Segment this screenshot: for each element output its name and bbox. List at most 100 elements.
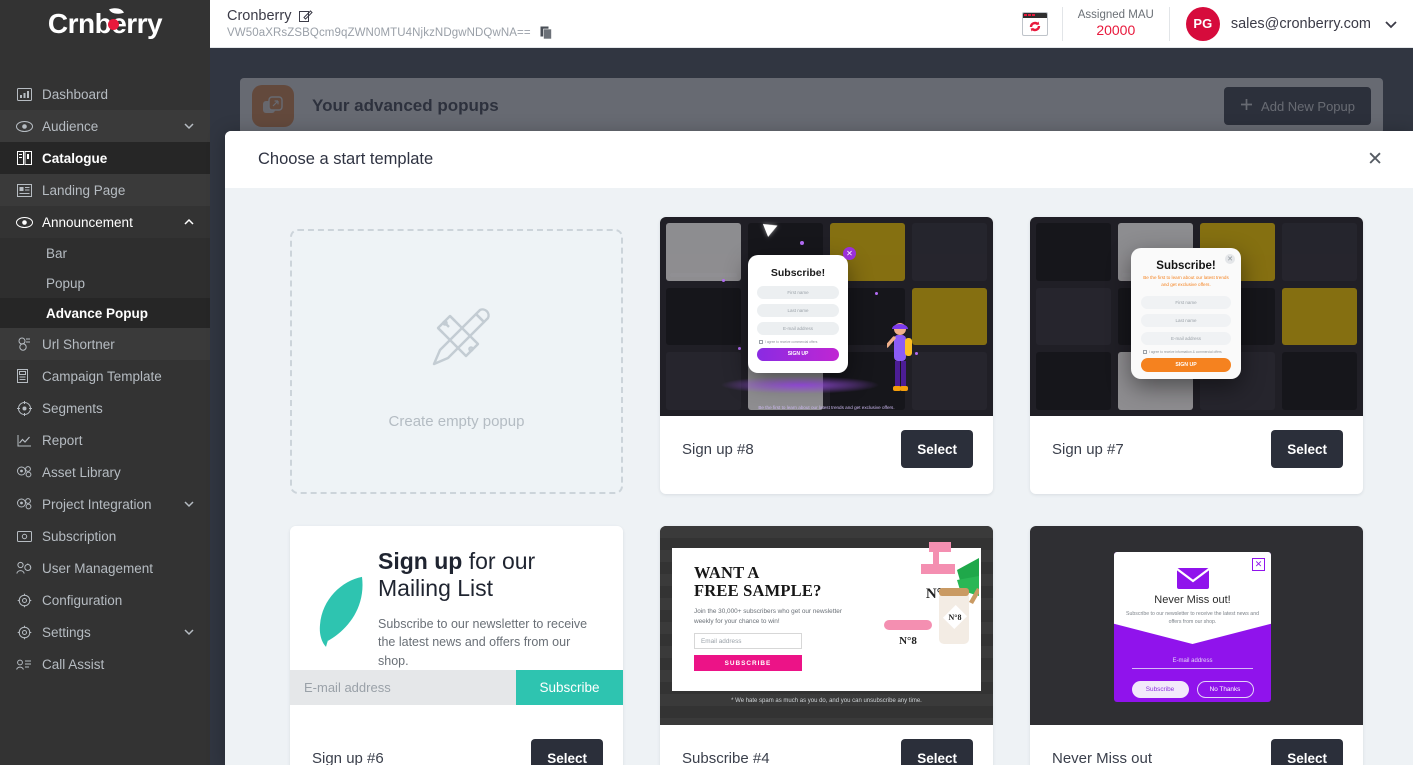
template-card[interactable]: ✕ Never Miss out! Subscribe to our newsl… [1030, 526, 1363, 765]
preview-checkbox-label: I agree to receive information & commerc… [1149, 349, 1222, 354]
sidebar-item-landing-page[interactable]: Landing Page [0, 174, 210, 206]
close-icon[interactable]: ✕ [1361, 146, 1389, 173]
template-name: Subscribe #4 [682, 749, 770, 765]
preview-email-input: E-mail address [290, 669, 516, 705]
sidebar-item-call-assist[interactable]: Call Assist [0, 648, 210, 680]
sidebar-subitem-label: Popup [46, 275, 86, 291]
sidebar-item-segments[interactable]: Segments [0, 392, 210, 424]
select-button[interactable]: Select [1271, 430, 1343, 468]
sidebar-item-label: Campaign Template [42, 368, 162, 384]
refresh-browser-icon[interactable] [1021, 11, 1048, 36]
template-name: Sign up #7 [1052, 440, 1124, 458]
sidebar-item-report[interactable]: Report [0, 424, 210, 456]
template-name: Sign up #6 [312, 749, 384, 765]
template-footer: Sign up #8 Select [660, 416, 993, 482]
assigned-mau: Assigned MAU 20000 [1061, 6, 1170, 41]
choose-template-modal: Choose a start template ✕ Create empty p… [225, 131, 1413, 765]
avatar[interactable]: PG [1185, 6, 1220, 41]
sidebar: Crnberry Dashboard Audience Catalogue La… [0, 0, 210, 765]
select-button[interactable]: Select [531, 739, 603, 765]
project-info: Cronberry VW50aXRsZSBQcm9qZWN0MTU4NjkzND… [210, 8, 553, 40]
target-icon [14, 400, 34, 416]
sidebar-item-url-shortner[interactable]: Url Shortner [0, 328, 210, 360]
user-email: sales@cronberry.com [1230, 15, 1371, 32]
edit-icon[interactable] [299, 9, 314, 23]
sidebar-item-asset-library[interactable]: Asset Library [0, 456, 210, 488]
sidebar-item-configuration[interactable]: Configuration [0, 584, 210, 616]
feather-icon [319, 576, 363, 647]
call-assist-icon [14, 656, 34, 672]
modal-body: Create empty popup ✕ Subscribe! First na… [225, 188, 1413, 765]
preview-button: SUBSCRIBE [694, 655, 802, 672]
preview-heading: Subscribe! [770, 267, 826, 279]
gear-icon [14, 592, 34, 608]
sidebar-item-label: Url Shortner [42, 336, 115, 352]
sidebar-item-label: Settings [42, 624, 91, 640]
preview-field: E-mail address [1141, 331, 1231, 345]
sidebar-item-label: Dashboard [42, 86, 109, 102]
chevron-down-icon[interactable] [182, 625, 196, 639]
landing-page-icon [14, 182, 34, 198]
brand-text-left: Cr [47, 8, 79, 39]
brand-text: Crnberry [47, 5, 163, 39]
template-thumbnail: ✕ Subscribe! Be the first to learn about… [1030, 217, 1363, 416]
select-button[interactable]: Select [901, 739, 973, 765]
sidebar-item-project-integration[interactable]: Project Integration [0, 488, 210, 520]
preview-checkbox-label: I agree to receive commercial offers [765, 340, 818, 344]
preview-heading-line2: FREE SAMPLE? [694, 581, 822, 601]
chevron-down-icon[interactable] [1383, 16, 1399, 32]
create-empty-popup-card[interactable]: Create empty popup [290, 229, 623, 494]
assigned-mau-value: 20000 [1096, 22, 1136, 38]
envelope-icon [1175, 568, 1210, 589]
chevron-up-icon[interactable] [182, 215, 196, 229]
preview-footer: Be the first to learn about our latest t… [758, 405, 895, 410]
template-name: Sign up #8 [682, 440, 754, 458]
template-footer: Sign up #7 Select [1030, 416, 1363, 482]
preview-field: Last name [1141, 313, 1231, 327]
report-icon [14, 432, 34, 448]
ruler-pencil-icon [414, 294, 500, 385]
chevron-down-icon[interactable] [182, 119, 196, 133]
subscription-icon [14, 528, 34, 544]
brand-logo[interactable]: Crnberry [0, 0, 210, 48]
product-illustration: N°8 N°8 N°8 [884, 542, 979, 652]
sidebar-item-campaign-template[interactable]: Campaign Template [0, 360, 210, 392]
sidebar-item-label: Subscription [42, 528, 117, 544]
copy-icon[interactable] [540, 26, 553, 40]
template-grid: Create empty popup ✕ Subscribe! First na… [225, 217, 1413, 765]
preview-email-input: E-mail address [1172, 658, 1213, 664]
sidebar-item-announcement[interactable]: Announcement [0, 206, 210, 238]
sidebar-item-dashboard[interactable]: Dashboard [0, 78, 210, 110]
template-thumbnail: Sign up for our Mailing List Subscribe to… [290, 526, 623, 725]
sidebar-item-user-management[interactable]: User Management [0, 552, 210, 584]
sidebar-item-label: Report [42, 432, 83, 448]
template-card[interactable]: ✕ Subscribe! First name Last name E-mail… [660, 217, 993, 494]
gear-icon [14, 624, 34, 640]
preview-secondary-button: No Thanks [1196, 681, 1254, 698]
sidebar-subitem-advance-popup[interactable]: Advance Popup [0, 298, 210, 328]
preview-heading-line1: WANT A [694, 563, 760, 582]
template-card[interactable]: ✕ Subscribe! Be the first to learn about… [1030, 217, 1363, 494]
template-card[interactable]: Sign up for our Mailing List Subscribe to… [290, 526, 623, 765]
sidebar-item-label: Landing Page [42, 182, 126, 198]
sidebar-subitem-popup[interactable]: Popup [0, 268, 210, 298]
sidebar-item-catalogue[interactable]: Catalogue [0, 142, 210, 174]
select-button[interactable]: Select [901, 430, 973, 468]
template-footer: Sign up #6 Select [290, 725, 623, 765]
sidebar-item-label: Asset Library [42, 464, 121, 480]
sidebar-subitem-bar[interactable]: Bar [0, 238, 210, 268]
preview-checkbox: I agree to receive commercial offers [759, 340, 839, 344]
sidebar-item-settings[interactable]: Settings [0, 616, 210, 648]
sidebar-subitem-label: Bar [46, 245, 68, 261]
preview-close-icon: ✕ [1252, 558, 1265, 571]
sidebar-item-subscription[interactable]: Subscription [0, 520, 210, 552]
svg-text:N°8: N°8 [899, 635, 917, 647]
sidebar-item-label: Configuration [42, 592, 123, 608]
chevron-down-icon[interactable] [182, 497, 196, 511]
select-button[interactable]: Select [1271, 739, 1343, 765]
template-card[interactable]: WANT A FREE SAMPLE? Join the 30,000+ subs… [660, 526, 993, 765]
preview-checkbox: I agree to receive information & commerc… [1143, 349, 1231, 354]
assigned-mau-label: Assigned MAU [1077, 9, 1154, 21]
project-key: VW50aXRsZSBQcm9qZWN0MTU4NjkzNDgwNDQwNA== [227, 26, 531, 39]
sidebar-item-audience[interactable]: Audience [0, 110, 210, 142]
